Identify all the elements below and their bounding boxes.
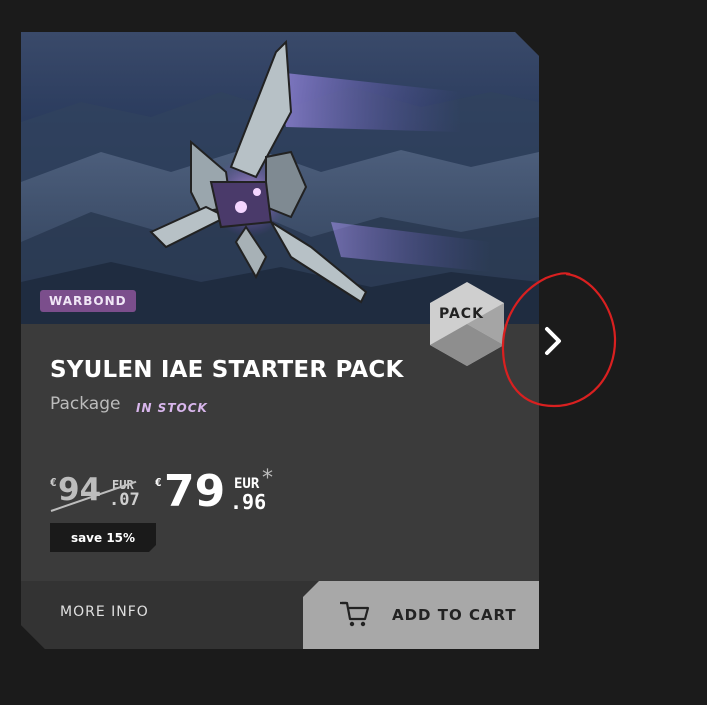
new-price-currency: € (155, 476, 162, 489)
new-price-decimal: .96 (230, 490, 267, 514)
warbond-badge: WARBOND (40, 290, 136, 312)
stock-status: IN STOCK (136, 401, 208, 415)
add-to-cart-label: ADD TO CART (392, 606, 517, 624)
old-price-decimal: .07 (109, 490, 140, 510)
pack-label: PACK (439, 306, 484, 322)
card-footer: MORE INFO ADD TO CART (21, 581, 539, 649)
product-type: Package (50, 394, 121, 414)
shopping-cart-icon (340, 601, 370, 627)
product-image[interactable]: WARBOND (21, 32, 539, 324)
product-title[interactable]: SYULEN IAE STARTER PACK (50, 357, 404, 383)
ship-illustration (21, 39, 539, 324)
more-info-link[interactable]: MORE INFO (60, 604, 149, 620)
save-badge: save 15% (50, 523, 156, 552)
old-price-integer: 94 (58, 472, 102, 508)
pack-hexagon-icon (430, 282, 504, 366)
old-price-currency: € (50, 476, 57, 489)
add-to-cart-button[interactable]: ADD TO CART (303, 581, 539, 649)
price-asterisk: * (262, 466, 273, 491)
red-circle-annotation (501, 272, 617, 408)
new-price-integer: 79 (164, 466, 226, 517)
